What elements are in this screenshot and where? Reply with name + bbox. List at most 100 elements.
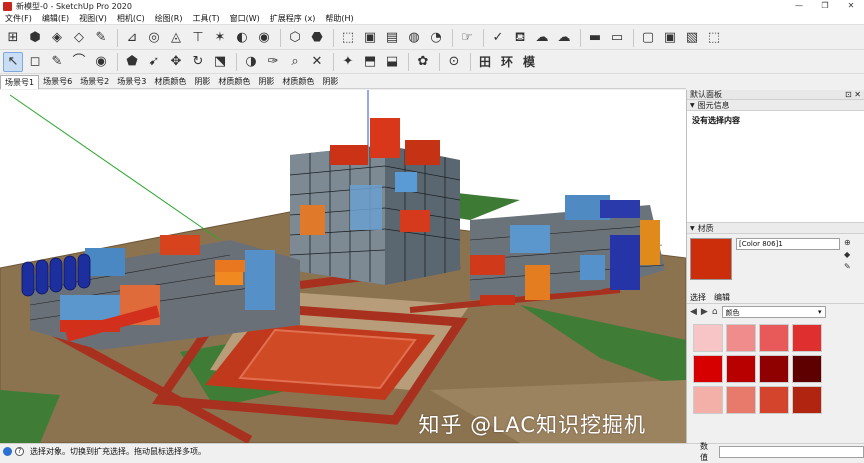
measurements-input[interactable] bbox=[719, 446, 864, 458]
tool-button-icon[interactable]: ◇ bbox=[69, 28, 89, 48]
color-swatch-cell[interactable] bbox=[726, 386, 756, 414]
tool-button-icon[interactable]: ✓ bbox=[488, 28, 508, 48]
sample-paint-icon[interactable]: ✎ bbox=[844, 262, 851, 271]
tool-button-icon[interactable]: ⊤ bbox=[188, 28, 208, 48]
tool-button-icon[interactable]: ⬒ bbox=[360, 52, 380, 72]
tool-button-icon[interactable]: ◐ bbox=[232, 28, 252, 48]
tool-button-icon[interactable]: ↻ bbox=[188, 52, 208, 72]
scene-tab[interactable]: 材质颜色 bbox=[150, 75, 190, 88]
tool-button-icon[interactable]: ✎ bbox=[91, 28, 111, 48]
geo-location-icon[interactable] bbox=[3, 447, 12, 456]
tool-button-icon[interactable]: ⬔ bbox=[210, 52, 230, 72]
tool-button-icon[interactable]: ☞ bbox=[457, 28, 477, 48]
scene-tab[interactable]: 阴影 bbox=[318, 75, 342, 88]
color-swatch-cell[interactable] bbox=[726, 324, 756, 352]
color-swatch-cell[interactable] bbox=[693, 355, 723, 383]
tool-button-icon[interactable]: 环 bbox=[497, 52, 517, 72]
tool-button-icon[interactable]: ◉ bbox=[254, 28, 274, 48]
scene-tab[interactable]: 材质颜色 bbox=[214, 75, 254, 88]
tool-button-icon[interactable]: ◬ bbox=[166, 28, 186, 48]
entity-info-header[interactable]: ▼ 图元信息 bbox=[687, 100, 864, 111]
tool-button-icon[interactable]: ◍ bbox=[404, 28, 424, 48]
color-swatch-cell[interactable] bbox=[792, 386, 822, 414]
color-swatch-cell[interactable] bbox=[693, 324, 723, 352]
tab-select[interactable]: 选择 bbox=[690, 292, 706, 303]
tool-button-icon[interactable]: ▣ bbox=[660, 28, 680, 48]
tool-button-icon[interactable]: ☁ bbox=[532, 28, 552, 48]
forward-arrow-icon[interactable]: ▶ bbox=[701, 307, 708, 317]
tool-button-icon[interactable]: ✕ bbox=[307, 52, 327, 72]
menu-draw[interactable]: 绘图(R) bbox=[150, 13, 188, 24]
tool-button-icon[interactable]: ⊞ bbox=[3, 28, 23, 48]
home-icon[interactable]: ⌂ bbox=[712, 307, 718, 317]
collection-dropdown[interactable]: 颜色 ▾ bbox=[721, 306, 826, 318]
tool-button-icon[interactable]: ⌕ bbox=[285, 52, 305, 72]
scene-tab[interactable]: 场景号1 bbox=[0, 74, 40, 89]
tool-button-icon[interactable]: ✿ bbox=[413, 52, 433, 72]
tool-button-icon[interactable]: ◉ bbox=[91, 52, 111, 72]
tool-button-icon[interactable]: ⬚ bbox=[704, 28, 724, 48]
menu-edit[interactable]: 编辑(E) bbox=[37, 13, 74, 24]
color-swatch-cell[interactable] bbox=[759, 386, 789, 414]
back-arrow-icon[interactable]: ◀ bbox=[690, 307, 697, 317]
menu-help[interactable]: 帮助(H) bbox=[320, 13, 358, 24]
scene-tab[interactable]: 阴影 bbox=[254, 75, 278, 88]
tool-button-icon[interactable]: 田 bbox=[475, 52, 495, 72]
tool-button-icon[interactable]: ✎ bbox=[47, 52, 67, 72]
tool-button-icon[interactable]: ◻ bbox=[25, 52, 45, 72]
tool-button-icon[interactable]: ⬚ bbox=[338, 28, 358, 48]
tool-button-icon[interactable]: ▣ bbox=[360, 28, 380, 48]
scene-tab[interactable]: 材质颜色 bbox=[278, 75, 318, 88]
tool-button-icon[interactable]: 模 bbox=[519, 52, 539, 72]
tool-button-icon[interactable]: ⛾ bbox=[510, 28, 530, 48]
tool-button-icon[interactable]: ▤ bbox=[382, 28, 402, 48]
model-canvas[interactable] bbox=[0, 90, 686, 443]
menu-extensions[interactable]: 扩展程序 (x) bbox=[265, 13, 321, 24]
tool-button-icon[interactable]: ✶ bbox=[210, 28, 230, 48]
tool-button-icon[interactable]: ▧ bbox=[682, 28, 702, 48]
menu-file[interactable]: 文件(F) bbox=[0, 13, 37, 24]
tool-button-icon[interactable]: ⌒ bbox=[69, 52, 89, 72]
tool-button-icon[interactable]: ✑ bbox=[263, 52, 283, 72]
tool-button-icon[interactable]: ↖ bbox=[3, 51, 23, 72]
create-material-icon[interactable]: ⊕ bbox=[844, 238, 851, 247]
menu-tools[interactable]: 工具(T) bbox=[188, 13, 225, 24]
help-icon[interactable]: ? bbox=[15, 447, 24, 456]
tray-pin-icon[interactable]: ⊡ ✕ bbox=[845, 90, 861, 99]
tool-button-icon[interactable]: ◑ bbox=[241, 52, 261, 72]
collapse-triangle-icon[interactable]: ▼ bbox=[690, 225, 695, 232]
maximize-button[interactable]: ❐ bbox=[812, 0, 838, 12]
menu-camera[interactable]: 相机(C) bbox=[112, 13, 150, 24]
color-swatch-cell[interactable] bbox=[759, 324, 789, 352]
paint-bucket-icon[interactable]: ◆ bbox=[844, 250, 851, 259]
tool-button-icon[interactable]: ☁ bbox=[554, 28, 574, 48]
menu-window[interactable]: 窗口(W) bbox=[225, 13, 265, 24]
collapse-triangle-icon[interactable]: ▼ bbox=[690, 102, 695, 109]
modeling-viewport[interactable]: 知乎 @LAC知识挖掘机 bbox=[0, 90, 686, 443]
tool-button-icon[interactable]: ⊿ bbox=[122, 28, 142, 48]
tab-edit[interactable]: 编辑 bbox=[714, 292, 730, 303]
minimize-button[interactable]: — bbox=[786, 0, 812, 12]
tool-button-icon[interactable]: ⊙ bbox=[444, 52, 464, 72]
menu-view[interactable]: 视图(V) bbox=[74, 13, 112, 24]
color-swatch-cell[interactable] bbox=[792, 355, 822, 383]
tool-button-icon[interactable]: ⬣ bbox=[307, 28, 327, 48]
materials-header[interactable]: ▼ 材质 bbox=[687, 223, 864, 234]
close-button[interactable]: ✕ bbox=[838, 0, 864, 12]
color-swatch-cell[interactable] bbox=[693, 386, 723, 414]
color-swatch-cell[interactable] bbox=[792, 324, 822, 352]
scene-tab[interactable]: 场景号2 bbox=[76, 75, 113, 88]
tool-button-icon[interactable]: ➹ bbox=[144, 52, 164, 72]
color-swatch-cell[interactable] bbox=[759, 355, 789, 383]
tool-button-icon[interactable]: ⬓ bbox=[382, 52, 402, 72]
tool-button-icon[interactable]: ✥ bbox=[166, 52, 186, 72]
scene-tab[interactable]: 场景号3 bbox=[113, 75, 150, 88]
tool-button-icon[interactable]: ✦ bbox=[338, 52, 358, 72]
material-name-field[interactable]: [Color 806]1 bbox=[736, 238, 840, 250]
color-swatch-cell[interactable] bbox=[726, 355, 756, 383]
tool-button-icon[interactable]: ▬ bbox=[585, 28, 605, 48]
tool-button-icon[interactable]: ⬢ bbox=[25, 28, 45, 48]
tool-button-icon[interactable]: ⬟ bbox=[122, 52, 142, 72]
tool-button-icon[interactable]: ▭ bbox=[607, 28, 627, 48]
material-swatch[interactable] bbox=[690, 238, 732, 280]
